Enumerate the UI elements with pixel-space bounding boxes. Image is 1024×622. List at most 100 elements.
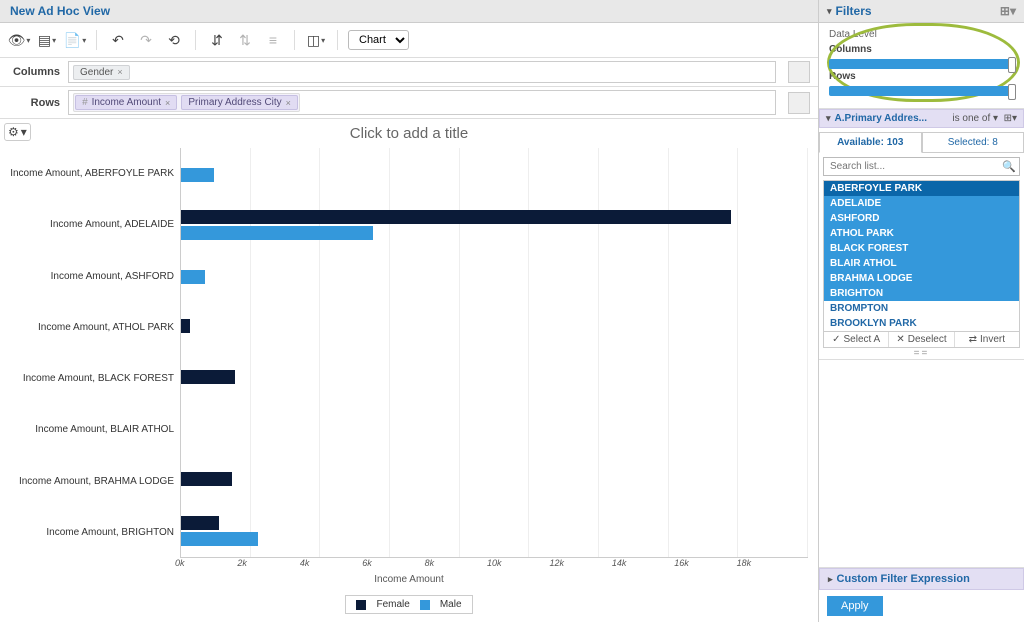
filter-option[interactable]: BRAHMA LODGE [824, 271, 1019, 286]
reset-button[interactable] [163, 29, 185, 51]
undo-button[interactable] [107, 29, 129, 51]
close-icon[interactable]: × [286, 98, 291, 108]
view-mode-button[interactable] [8, 29, 30, 51]
plot-area [180, 148, 808, 558]
bar-female[interactable] [181, 472, 232, 486]
filter-search-input[interactable] [823, 157, 1020, 176]
toolbar-separator [337, 30, 338, 50]
legend: Female Male [0, 591, 818, 622]
pivot-button[interactable] [206, 29, 228, 51]
toolbar-separator [195, 30, 196, 50]
x-tick: 12k [549, 558, 611, 568]
y-category-label: Income Amount, ATHOL PARK [10, 302, 180, 353]
redo-button[interactable] [135, 29, 157, 51]
close-icon[interactable]: × [165, 98, 170, 108]
legend-swatch-female [356, 600, 366, 610]
row-chip-city[interactable]: Primary Address City × [181, 95, 298, 110]
select-all-button[interactable]: ✓ Select A [824, 332, 889, 347]
bar-group [181, 506, 808, 557]
resize-grip[interactable]: == [819, 348, 1024, 359]
filter-option[interactable]: BLACK FOREST [824, 241, 1019, 256]
chip-label: Gender [80, 67, 113, 78]
app-title: New Ad Hoc View [0, 0, 818, 23]
columns-shelf-label: Columns [8, 66, 60, 78]
apply-button[interactable]: Apply [827, 596, 883, 616]
row-chip-income[interactable]: # Income Amount × [75, 95, 177, 110]
x-tick: 4k [300, 558, 362, 568]
column-chip-gender[interactable]: Gender × [73, 65, 130, 80]
y-category-label: Income Amount, ABERFOYLE PARK [10, 148, 180, 199]
legend-label-female: Female [376, 599, 409, 610]
filter-field-header[interactable]: A.Primary Addres... is one of ▾ ⊞▾ [819, 109, 1024, 128]
bar-group [181, 199, 808, 250]
filter-option[interactable]: ABERFOYLE PARK [824, 181, 1019, 196]
filter-option[interactable]: BLAIR ATHOL [824, 256, 1019, 271]
bar-female[interactable] [181, 370, 235, 384]
rows-shelf-body[interactable]: # Income Amount × Primary Address City × [68, 90, 776, 115]
x-tick: 14k [612, 558, 674, 568]
bar-male[interactable] [181, 270, 205, 284]
y-axis-labels: Income Amount, ABERFOYLE PARK Income Amou… [10, 148, 180, 558]
rows-shelf-group: # Income Amount × Primary Address City × [73, 93, 300, 112]
tab-selected[interactable]: Selected: 8 [922, 132, 1024, 153]
bar-male[interactable] [181, 168, 214, 182]
bar-group [181, 404, 808, 455]
filters-title: Filters [836, 4, 872, 18]
bar-male[interactable] [181, 226, 373, 240]
x-axis-label: Income Amount [0, 568, 818, 591]
filter-option[interactable]: ASHFORD [824, 211, 1019, 226]
data-level-section: Data Level Columns Rows [819, 23, 1024, 109]
chart-options-button[interactable] [305, 29, 327, 51]
export-button[interactable] [64, 29, 86, 51]
rows-shelf-label: Rows [8, 97, 60, 109]
columns-level-slider[interactable] [829, 59, 1014, 69]
filter-option[interactable]: BRIGHTON [824, 286, 1019, 301]
filter-option[interactable]: ADELAIDE [824, 196, 1019, 211]
visualization-type-select[interactable]: Chart [348, 30, 409, 50]
panel-options-icon[interactable]: ⊞▾ [1000, 4, 1016, 18]
filter-option[interactable]: BROOKLYN PARK [824, 316, 1019, 331]
chart-settings-button[interactable]: ▾ [4, 123, 31, 141]
filter-condition[interactable]: is one of ▾ ⊞▾ [952, 113, 1017, 124]
search-icon[interactable]: 🔍 [1002, 160, 1016, 173]
save-button[interactable] [36, 29, 58, 51]
legend-label-male: Male [440, 599, 462, 610]
invert-button[interactable]: ⇄ Invert [955, 332, 1019, 347]
chip-label: Primary Address City [188, 97, 281, 108]
rows-level-slider[interactable] [829, 86, 1014, 96]
filter-option[interactable]: ATHOL PARK [824, 226, 1019, 241]
columns-shelf-body[interactable]: Gender × [68, 61, 776, 83]
filter-option[interactable]: BROMPTON [824, 301, 1019, 316]
measure-icon: # [82, 97, 88, 108]
x-tick: 0k [175, 558, 237, 568]
data-level-title: Data Level [829, 29, 1014, 40]
bar-group [181, 250, 808, 301]
toolbar-separator [96, 30, 97, 50]
filter-field-name: A.Primary Addres... [835, 113, 927, 124]
y-category-label: Income Amount, BRAHMA LODGE [10, 456, 180, 507]
tab-available[interactable]: Available: 103 [819, 132, 922, 153]
options-button[interactable] [262, 29, 284, 51]
bar-female[interactable] [181, 210, 731, 224]
custom-filter-expression-header[interactable]: Custom Filter Expression [819, 568, 1024, 590]
deselect-button[interactable]: ✕ Deselect [889, 332, 954, 347]
rows-shelf: Rows # Income Amount × Primary Address C… [0, 87, 818, 119]
chip-label: Income Amount [92, 97, 161, 108]
bar-female[interactable] [181, 319, 190, 333]
toolbar: Chart [0, 23, 818, 58]
chart-title-placeholder[interactable]: Click to add a title [0, 119, 818, 148]
close-icon[interactable]: × [117, 67, 122, 77]
filters-panel-header[interactable]: Filters ⊞▾ [819, 0, 1024, 23]
bar-male[interactable] [181, 532, 258, 546]
y-category-label: Income Amount, BLAIR ATHOL [10, 404, 180, 455]
columns-shelf-expand[interactable] [788, 61, 810, 83]
x-tick: 2k [237, 558, 299, 568]
bar-group [181, 455, 808, 506]
rows-shelf-expand[interactable] [788, 92, 810, 114]
sort-button[interactable] [234, 29, 256, 51]
columns-shelf: Columns Gender × [0, 58, 818, 87]
y-category-label: Income Amount, BRIGHTON [10, 507, 180, 558]
bar-female[interactable] [181, 516, 219, 530]
x-tick: 10k [487, 558, 549, 568]
bar-group [181, 353, 808, 404]
